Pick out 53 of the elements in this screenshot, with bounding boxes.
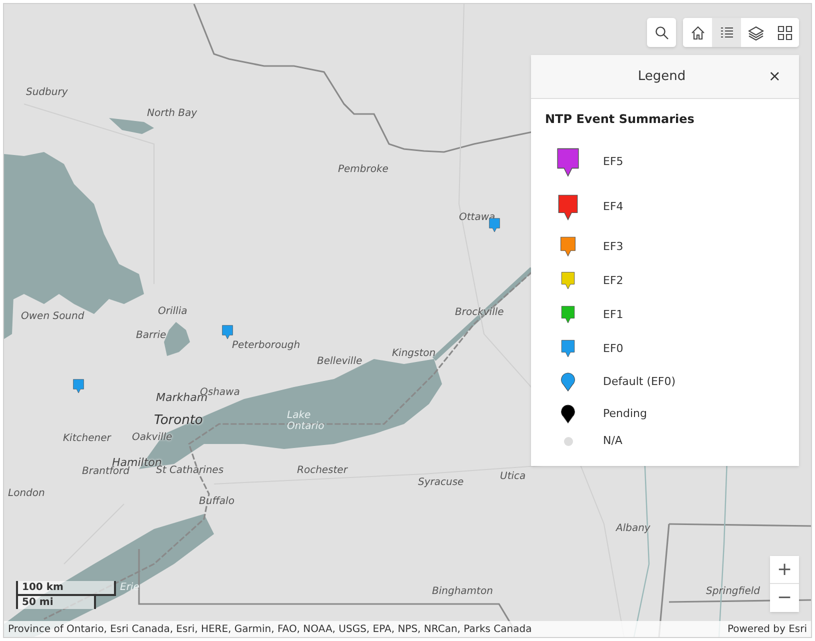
- place-label: Utica: [500, 472, 526, 482]
- legend-label: Default (EF0): [603, 374, 676, 390]
- place-label: Ontario: [287, 422, 324, 432]
- place-label: Toronto: [154, 414, 203, 427]
- grid-icon: [776, 24, 792, 40]
- toolbar-button[interactable]: [683, 18, 712, 47]
- place-label: Sudbury: [26, 88, 68, 98]
- panel-title: Legend: [638, 68, 686, 86]
- place-label: Albany: [616, 524, 650, 534]
- place-label: London: [8, 489, 45, 499]
- place-label: North Bay: [147, 109, 198, 119]
- place-label: Owen Sound: [21, 312, 84, 322]
- toolbar-button[interactable]: [712, 18, 741, 47]
- scale-bar: 100 km: [16, 581, 116, 596]
- attribution-text: Province of Ontario, Esri Canada, Esri, HERE, Garmin, FAO, NOAA, USGS, EPA, NPS, NRCan, Parks Canada: [8, 622, 532, 636]
- legend-label: EF0: [603, 340, 624, 357]
- legend-label: EF4: [603, 199, 624, 216]
- legend-label: N/A: [603, 432, 622, 449]
- road-line: [64, 504, 124, 564]
- lake-shape: [164, 322, 190, 356]
- home-icon: [690, 24, 706, 40]
- place-label: Hamilton: [112, 457, 162, 468]
- layers-icon: [748, 24, 764, 40]
- legend-label: EF2: [603, 272, 624, 289]
- place-label: Kingston: [392, 349, 436, 359]
- place-label: Lake: [287, 411, 311, 421]
- place-label: Orillia: [158, 307, 188, 317]
- legend-label: EF5: [603, 154, 624, 170]
- place-label: Belleville: [317, 357, 362, 367]
- toolbar-button[interactable]: [741, 18, 770, 47]
- place-label: Springfield: [706, 587, 760, 597]
- lake-shape: [109, 118, 154, 134]
- layer-title: NTP Event Summaries: [545, 111, 696, 128]
- legend-label: EF1: [603, 306, 624, 323]
- list-icon: [718, 24, 734, 40]
- powered-by-link[interactable]: Powered by Esri: [727, 622, 807, 636]
- place-label: Brantford: [82, 467, 130, 477]
- zoom-in-button[interactable]: +: [770, 556, 799, 584]
- legend-label: Pending: [603, 406, 647, 422]
- close-button[interactable]: ×: [768, 69, 781, 84]
- place-label: Barrie: [136, 331, 166, 341]
- toolbar-button[interactable]: [770, 18, 799, 47]
- search-button[interactable]: [647, 18, 676, 47]
- zoom-out-button[interactable]: −: [770, 584, 799, 612]
- place-label: Binghamton: [432, 587, 493, 597]
- place-label: Kitchener: [63, 434, 111, 444]
- place-label: Peterborough: [232, 341, 300, 351]
- place-label: Pembroke: [338, 165, 388, 175]
- place-label: Syracuse: [418, 478, 464, 488]
- search-icon: [654, 26, 668, 40]
- scale-bar: 50 mi: [16, 596, 96, 609]
- place-label: Rochester: [297, 466, 348, 476]
- legend-label: EF3: [603, 238, 624, 255]
